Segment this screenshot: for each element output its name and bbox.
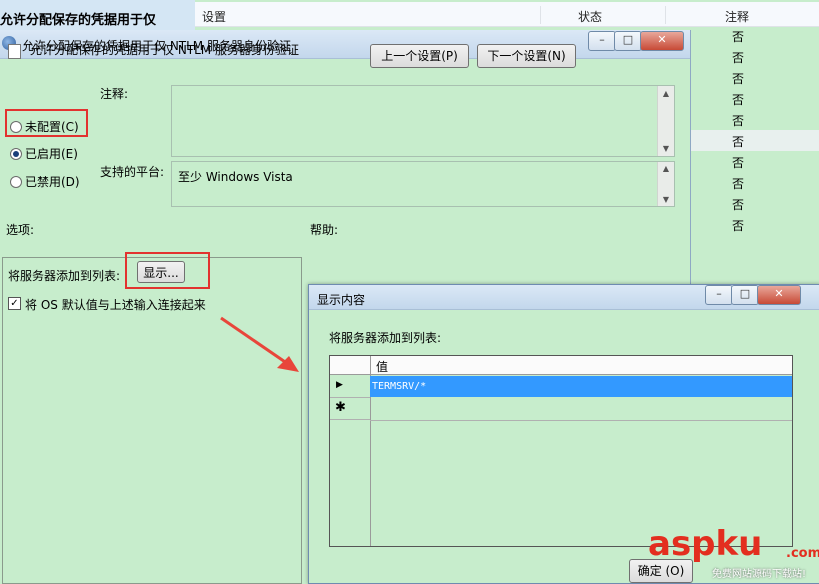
show-contents-titlebar[interactable]: 显示内容 – □ ✕ bbox=[309, 285, 819, 310]
combine-default-label[interactable]: 将 OS 默认值与上述输入连接起来 bbox=[25, 296, 206, 313]
show-contents-title: 显示内容 bbox=[317, 293, 366, 307]
background-row[interactable]: 否 bbox=[690, 193, 819, 214]
background-row[interactable]: 否 bbox=[690, 88, 819, 109]
background-list-header: 设置 状态 注释 bbox=[195, 2, 819, 27]
server-list-label: 将服务器添加到列表: bbox=[329, 331, 442, 345]
radio-enabled[interactable] bbox=[10, 148, 22, 160]
policy-setting-icon bbox=[8, 44, 21, 59]
scroll-up-icon[interactable]: ▲ bbox=[658, 164, 674, 173]
background-policy-title: 允许分配保存的凭据用于仅 bbox=[0, 13, 157, 28]
close-button[interactable]: ✕ bbox=[640, 31, 684, 51]
show-highlight-box bbox=[125, 252, 210, 289]
next-setting-button[interactable]: 下一个设置(N) bbox=[477, 44, 576, 68]
row-divider bbox=[330, 419, 370, 420]
column-divider bbox=[665, 6, 666, 24]
scroll-down-icon[interactable]: ▼ bbox=[658, 195, 674, 204]
column-comment-header[interactable]: 注释 bbox=[725, 8, 749, 25]
row-divider bbox=[330, 397, 370, 398]
column-divider bbox=[540, 6, 541, 24]
background-row[interactable]: 否 bbox=[690, 214, 819, 235]
new-row[interactable] bbox=[370, 398, 792, 421]
scroll-up-icon[interactable]: ▲ bbox=[658, 89, 674, 98]
close-button[interactable]: ✕ bbox=[757, 285, 801, 305]
grid-header-divider bbox=[370, 356, 371, 374]
watermark-suffix: .com bbox=[786, 546, 819, 561]
table-row[interactable]: TERMSRV/* bbox=[370, 376, 792, 397]
background-row[interactable]: 否 bbox=[690, 109, 819, 130]
policy-heading: 允许分配保存的凭据用于仅 NTLM 服务器身份验证 bbox=[30, 43, 299, 57]
red-arrow-annotation bbox=[220, 316, 299, 372]
grid-header: 值 bbox=[330, 356, 792, 375]
supported-platform-value: 至少 Windows Vista bbox=[178, 170, 293, 184]
column-setting-header[interactable]: 设置 bbox=[202, 8, 226, 25]
comment-textarea[interactable]: ▲ ▼ bbox=[171, 85, 675, 157]
minimize-button[interactable]: – bbox=[588, 31, 616, 51]
value-cell[interactable]: TERMSRV/* bbox=[372, 381, 426, 392]
maximize-button[interactable]: □ bbox=[614, 31, 642, 51]
supported-platform-label: 支持的平台: bbox=[100, 165, 165, 179]
new-row-asterisk-icon: ✱ bbox=[335, 400, 346, 415]
minimize-button[interactable]: – bbox=[705, 285, 733, 305]
background-row[interactable]: 否 bbox=[690, 151, 819, 172]
radio-disabled-label[interactable]: 已禁用(D) bbox=[25, 173, 80, 190]
background-row[interactable]: 否 bbox=[690, 25, 819, 46]
radio-enabled-label[interactable]: 已启用(E) bbox=[25, 145, 78, 162]
column-state-header[interactable]: 状态 bbox=[578, 8, 602, 25]
background-row[interactable]: 否 bbox=[690, 46, 819, 67]
background-row-selected[interactable]: 否 bbox=[690, 130, 819, 151]
scroll-down-icon[interactable]: ▼ bbox=[658, 144, 674, 153]
server-list-label: 将服务器添加到列表: bbox=[8, 269, 121, 283]
options-label: 选项: bbox=[6, 223, 35, 237]
maximize-button[interactable]: □ bbox=[731, 285, 759, 305]
value-grid[interactable]: 值 TERMSRV/* ▶ ✱ bbox=[329, 355, 793, 547]
background-row[interactable]: 否 bbox=[690, 172, 819, 193]
watermark-logo: aspku bbox=[648, 524, 763, 564]
supported-platform-box: 至少 Windows Vista ▲ ▼ bbox=[171, 161, 675, 207]
platform-scrollbar[interactable]: ▲ ▼ bbox=[657, 162, 674, 206]
comment-scrollbar[interactable]: ▲ ▼ bbox=[657, 86, 674, 156]
background-row[interactable]: 否 bbox=[690, 67, 819, 88]
comment-label: 注释: bbox=[100, 87, 129, 101]
enabled-highlight-box bbox=[5, 109, 88, 137]
previous-setting-button[interactable]: 上一个设置(P) bbox=[370, 44, 469, 68]
combine-default-checkbox[interactable]: ✓ bbox=[8, 297, 21, 310]
watermark-subtitle: 免费网站源码下载站! bbox=[712, 569, 807, 580]
value-column-header[interactable]: 值 bbox=[376, 358, 388, 375]
help-label: 帮助: bbox=[310, 223, 339, 237]
radio-disabled[interactable] bbox=[10, 176, 22, 188]
current-row-icon: ▶ bbox=[336, 380, 343, 390]
